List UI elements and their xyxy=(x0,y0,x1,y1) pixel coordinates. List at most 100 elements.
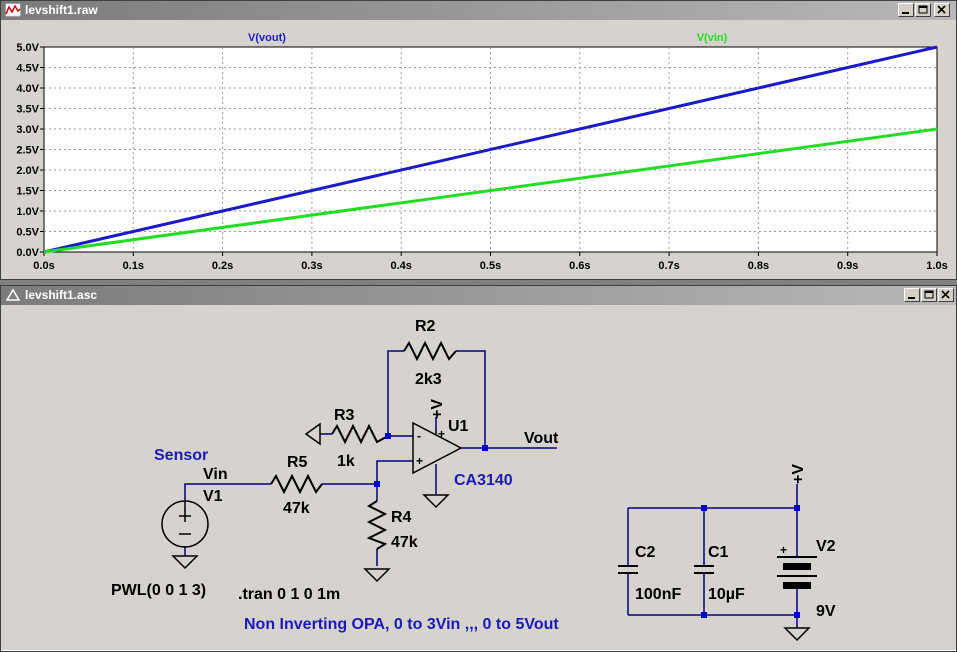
close-icon xyxy=(941,290,950,299)
waveform-window-title: levshift1.raw xyxy=(25,3,98,17)
waveform-plot-area[interactable]: 0.0s 0.1s 0.2s 0.3s 0.4s 0.5s 0.6s 0.7s 0.8s 0.9s… xyxy=(1,20,956,279)
legend-1[interactable]: V(vin) xyxy=(697,32,728,44)
opamp-minus-sign: - xyxy=(417,429,421,443)
y-tick-label: 4.5V xyxy=(16,63,39,75)
y-tick-label: 1.0V xyxy=(16,206,39,218)
legend-0[interactable]: V(vout) xyxy=(248,32,286,44)
x-tick-label: 0.5s xyxy=(480,260,501,272)
x-tick-label: 0.8s xyxy=(748,260,769,272)
wire-noninv-input xyxy=(376,460,413,484)
close-icon xyxy=(937,5,946,14)
r3-value[interactable]: 1k xyxy=(337,453,355,470)
v1-value[interactable]: PWL(0 0 1 3) xyxy=(111,582,206,599)
restore-button[interactable] xyxy=(921,288,937,302)
close-button[interactable] xyxy=(934,3,950,17)
minimize-icon xyxy=(902,12,909,14)
junction-dot xyxy=(794,505,800,511)
ground-r4-icon xyxy=(363,568,391,583)
x-tick-label: 0.2s xyxy=(212,260,233,272)
y-tick-label: 0.0V xyxy=(16,247,39,259)
c2-name[interactable]: C2 xyxy=(635,544,656,561)
capacitor-c2[interactable] xyxy=(618,565,638,574)
schematic-canvas[interactable]: R2 2k3 R3 1k R5 47k R4 47k U1 Vout Vin V… xyxy=(1,305,956,650)
wire-v1-r5 xyxy=(184,483,271,501)
r5-name[interactable]: R5 xyxy=(287,454,308,471)
tran-directive[interactable]: .tran 0 1 0 1m xyxy=(238,586,340,603)
x-tick-label: 0.9s xyxy=(837,260,858,272)
y-tick-label: 2.5V xyxy=(16,145,39,157)
ground-r3-icon xyxy=(304,422,321,446)
ground-opamp-icon xyxy=(422,494,450,509)
junction-dot xyxy=(701,612,707,618)
vout-label[interactable]: Vout xyxy=(524,430,559,447)
x-tick-label: 0.4s xyxy=(390,260,411,272)
voltage-source-v1[interactable] xyxy=(161,500,209,548)
waveform-titlebar[interactable]: levshift1.raw xyxy=(1,1,956,20)
junction-dot xyxy=(701,505,707,511)
v2-name[interactable]: V2 xyxy=(816,538,836,555)
opamp-plus-sign: + xyxy=(416,454,423,468)
x-tick-label: 1.0s xyxy=(926,260,947,272)
y-tick-label: 5.0V xyxy=(16,42,39,54)
waveform-icon xyxy=(5,3,21,17)
sensor-label[interactable]: Sensor xyxy=(154,447,208,464)
c2-value[interactable]: 100nF xyxy=(635,586,681,603)
resistor-r3[interactable] xyxy=(331,423,389,445)
battery-v2[interactable] xyxy=(777,556,817,589)
r4-value[interactable]: 47k xyxy=(391,534,418,551)
schematic-titlebar[interactable]: levshift1.asc xyxy=(1,286,956,305)
schematic-drawing[interactable]: R2 2k3 R3 1k R5 47k R4 47k U1 Vout Vin V… xyxy=(1,305,956,650)
resistor-r2[interactable] xyxy=(403,340,457,362)
v1-name[interactable]: V1 xyxy=(203,488,223,505)
y-tick-label: 2.0V xyxy=(16,165,39,177)
u1-supply-label[interactable]: +V xyxy=(429,399,446,419)
minimize-button[interactable] xyxy=(898,3,914,17)
minimize-button[interactable] xyxy=(904,288,920,302)
r5-value[interactable]: 47k xyxy=(283,500,310,517)
r2-name[interactable]: R2 xyxy=(415,318,436,335)
y-tick-label: 4.0V xyxy=(16,83,39,95)
junction-dot xyxy=(794,612,800,618)
y-tick-label: 3.0V xyxy=(16,124,39,136)
y-tick-label: 1.5V xyxy=(16,186,39,198)
r3-name[interactable]: R3 xyxy=(334,407,355,424)
ground-v1-icon xyxy=(171,555,199,570)
r2-value[interactable]: 2k3 xyxy=(415,371,442,388)
wire-r5-node xyxy=(322,483,378,501)
vin-label[interactable]: Vin xyxy=(203,466,228,483)
schematic-icon xyxy=(5,288,21,301)
junction-dot xyxy=(374,481,380,487)
capacitor-c1[interactable] xyxy=(694,565,714,574)
opamp-top-plus-sign: + xyxy=(438,427,445,441)
v2-value[interactable]: 9V xyxy=(816,603,836,620)
x-tick-label: 0.6s xyxy=(569,260,590,272)
waveform-plot[interactable]: 0.0s 0.1s 0.2s 0.3s 0.4s 0.5s 0.6s 0.7s 0.8s 0.9s… xyxy=(1,20,956,279)
junction-dot xyxy=(385,433,391,439)
junction-dot xyxy=(482,445,488,451)
restore-icon xyxy=(918,5,928,14)
y-tick-label: 0.5V xyxy=(16,227,39,239)
circuit-comment[interactable]: Non Inverting OPA, 0 to 3Vin ,,, 0 to 5V… xyxy=(244,616,559,633)
restore-button[interactable] xyxy=(915,3,931,17)
c1-value[interactable]: 10µF xyxy=(708,586,745,603)
resistor-r4[interactable] xyxy=(366,500,388,550)
u1-model-label[interactable]: CA3140 xyxy=(454,472,513,489)
c1-name[interactable]: C1 xyxy=(708,544,729,561)
x-tick-label: 0.7s xyxy=(658,260,679,272)
waveform-window: levshift1.raw 0.0s 0.1s 0.2s 0.3s 0.4s 0.5s 0.… xyxy=(0,0,957,280)
r4-name[interactable]: R4 xyxy=(391,509,412,526)
restore-icon xyxy=(924,290,934,299)
y-tick-label: 3.5V xyxy=(16,104,39,116)
x-tick-label: 0.0s xyxy=(33,260,54,272)
x-tick-label: 0.3s xyxy=(301,260,322,272)
v2-supply-label[interactable]: +V xyxy=(790,464,807,484)
minimize-icon xyxy=(908,297,915,299)
battery-plus-sign: + xyxy=(780,543,787,557)
close-button[interactable] xyxy=(938,288,954,302)
schematic-window-title: levshift1.asc xyxy=(25,288,98,302)
resistor-r5[interactable] xyxy=(270,473,323,495)
u1-name[interactable]: U1 xyxy=(448,418,469,435)
x-tick-label: 0.1s xyxy=(123,260,144,272)
ground-v2-icon xyxy=(783,627,811,642)
wire-r2-left xyxy=(387,350,404,436)
